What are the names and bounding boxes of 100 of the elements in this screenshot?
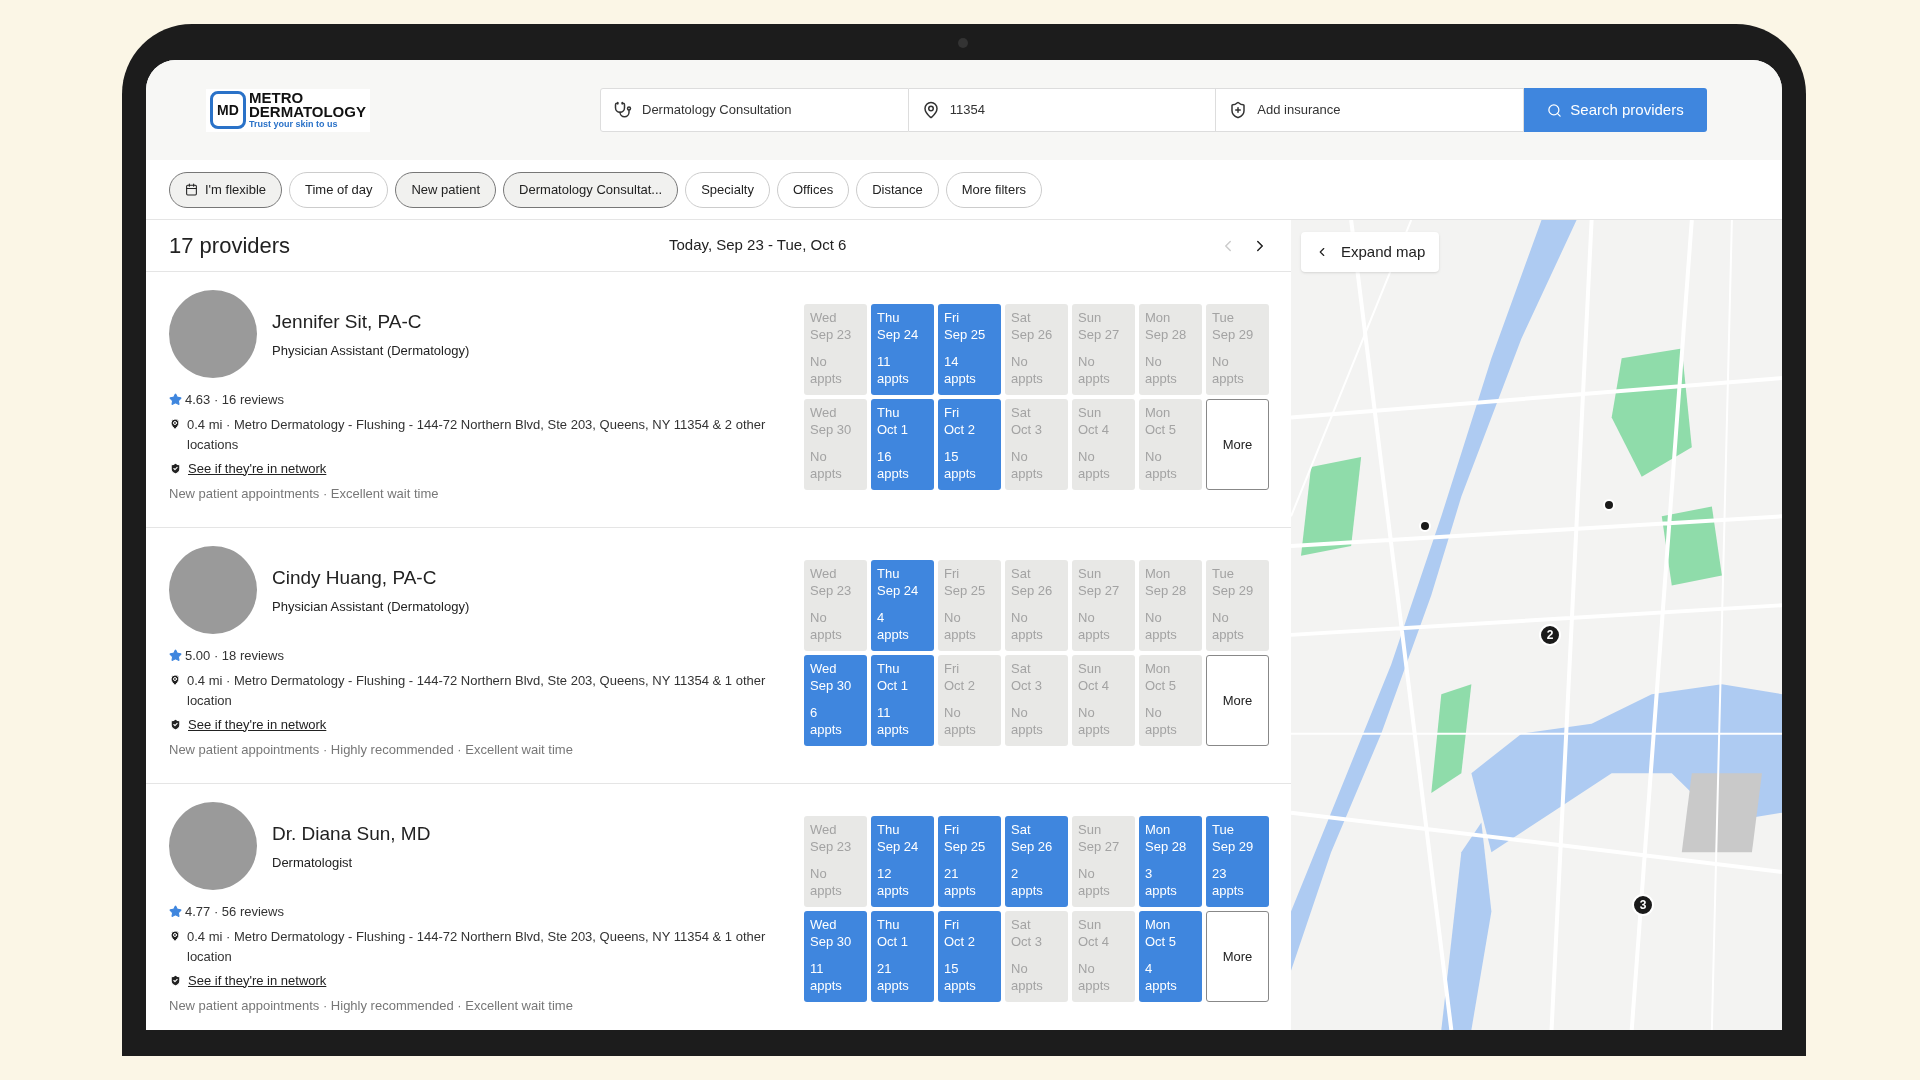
- slot-day: Sat: [1011, 821, 1062, 838]
- filter-chip[interactable]: Specialty: [685, 171, 770, 208]
- slot-count: No: [1011, 448, 1029, 465]
- appointment-slot[interactable]: Mon Sep 28 3 appts: [1139, 816, 1202, 907]
- shield-icon: [169, 717, 182, 731]
- search-button[interactable]: Search providers: [1524, 88, 1707, 132]
- star-icon: [169, 393, 182, 407]
- filter-chip[interactable]: Dermatology Consultat...: [503, 171, 679, 208]
- zip-field[interactable]: 11354: [908, 88, 1216, 132]
- appointment-slot[interactable]: Thu Oct 1 11 appts: [871, 655, 934, 746]
- filter-chip[interactable]: New patient: [395, 171, 497, 208]
- appointment-slot[interactable]: Tue Sep 29 No appts: [1206, 560, 1269, 651]
- appointment-slot[interactable]: Sat Sep 26 2 appts: [1005, 816, 1068, 907]
- network-link[interactable]: See if they're in network: [188, 714, 327, 734]
- slot-count: 12: [877, 865, 893, 882]
- slot-date: Sep 29: [1212, 326, 1255, 343]
- appointment-slot[interactable]: Sat Oct 3 No appts: [1005, 399, 1068, 490]
- slot-unit: appts: [944, 465, 977, 482]
- appointment-slot[interactable]: Sat Oct 3 No appts: [1005, 911, 1068, 1002]
- slot-unit: appts: [1078, 721, 1111, 738]
- appointment-slot[interactable]: Sun Oct 4 No appts: [1072, 655, 1135, 746]
- appointment-slot[interactable]: Sat Sep 26 No appts: [1005, 560, 1068, 651]
- appointment-slot[interactable]: Fri Sep 25 No appts: [938, 560, 1001, 651]
- slot-day: Thu: [877, 916, 928, 933]
- appointment-slot[interactable]: Sun Sep 27 No appts: [1072, 816, 1135, 907]
- logo-text: METRO: [249, 90, 305, 105]
- slot-unit: appts: [1145, 370, 1178, 387]
- network-link[interactable]: See if they're in network: [188, 970, 327, 990]
- slot-unit: appts: [1011, 721, 1044, 738]
- appointment-slot[interactable]: Mon Sep 28 No appts: [1139, 560, 1202, 651]
- expand-map-button[interactable]: Expand map: [1301, 232, 1440, 272]
- appointment-slot[interactable]: Mon Oct 5 No appts: [1139, 399, 1202, 490]
- insurance-field[interactable]: Add insurance: [1215, 88, 1524, 132]
- slot-date: Sep 24: [877, 582, 920, 599]
- slot-day: Wed: [810, 916, 861, 933]
- appointment-slot[interactable]: Mon Oct 5 4 appts: [1139, 911, 1202, 1002]
- appointment-slot[interactable]: Wed Sep 30 No appts: [804, 399, 867, 490]
- slot-day: Wed: [810, 821, 861, 838]
- appointment-slot[interactable]: Sun Oct 4 No appts: [1072, 911, 1135, 1002]
- appointment-slot[interactable]: Wed Sep 23 No appts: [804, 816, 867, 907]
- provider-name[interactable]: Dr. Diana Sun, MD: [272, 820, 431, 849]
- date-range: Today, Sep 23 - Tue, Oct 6: [669, 235, 847, 256]
- slot-count: No: [810, 448, 828, 465]
- appointment-slot[interactable]: Sun Sep 27 No appts: [1072, 560, 1135, 651]
- slot-day: Mon: [1145, 916, 1196, 933]
- slot-count: 11: [877, 353, 892, 370]
- appointment-slot[interactable]: Tue Sep 29 No appts: [1206, 304, 1269, 395]
- slot-date: Sep 28: [1145, 326, 1188, 343]
- appointment-slot[interactable]: Fri Oct 2 15 appts: [938, 399, 1001, 490]
- slot-date: Oct 2: [944, 677, 977, 694]
- more-button[interactable]: More: [1206, 911, 1269, 1002]
- more-button[interactable]: More: [1206, 655, 1269, 746]
- slot-unit: appts: [1078, 626, 1111, 643]
- network-link[interactable]: See if they're in network: [188, 458, 327, 478]
- appointment-slot[interactable]: Wed Sep 23 No appts: [804, 560, 867, 651]
- appointment-slot[interactable]: Fri Oct 2 15 appts: [938, 911, 1001, 1002]
- appointment-slot[interactable]: Thu Sep 24 4 appts: [871, 560, 934, 651]
- filter-chip[interactable]: More filters: [945, 171, 1043, 208]
- filter-chip[interactable]: Offices: [776, 171, 850, 208]
- insurance-input[interactable]: Add insurance: [1257, 100, 1510, 120]
- more-button[interactable]: More: [1206, 399, 1269, 490]
- slot-unit: appts: [1011, 882, 1044, 899]
- slot-day: Thu: [877, 565, 928, 582]
- appointment-slot[interactable]: Sat Oct 3 No appts: [1005, 655, 1068, 746]
- appointment-slot[interactable]: Fri Sep 25 14 appts: [938, 304, 1001, 395]
- slot-day: Sat: [1011, 660, 1062, 677]
- appointment-slot[interactable]: Thu Oct 1 16 appts: [871, 399, 934, 490]
- slot-date: Sep 26: [1011, 582, 1054, 599]
- slot-date: Sep 28: [1145, 838, 1188, 855]
- provider-name[interactable]: Cindy Huang, PA-C: [272, 564, 470, 593]
- provider-specialty: Physician Assistant (Dermatology): [272, 597, 470, 616]
- slot-date: Oct 3: [1011, 933, 1044, 950]
- appointment-slot[interactable]: Fri Oct 2 No appts: [938, 655, 1001, 746]
- appointment-slot[interactable]: Tue Sep 29 23 appts: [1206, 816, 1269, 907]
- slot-count: No: [1145, 609, 1163, 626]
- appointment-slot[interactable]: Thu Oct 1 21 appts: [871, 911, 934, 1002]
- slot-count: No: [1145, 448, 1163, 465]
- slot-unit: appts: [944, 370, 977, 387]
- filter-chip[interactable]: Distance: [856, 171, 939, 208]
- appointment-slot[interactable]: Sat Sep 26 No appts: [1005, 304, 1068, 395]
- filter-chip[interactable]: I'm flexible: [169, 171, 282, 208]
- appointment-slot[interactable]: Sun Oct 4 No appts: [1072, 399, 1135, 490]
- appointment-slot[interactable]: Wed Sep 30 11 appts: [804, 911, 867, 1002]
- slot-unit: appts: [1011, 626, 1044, 643]
- appointment-slot[interactable]: Fri Sep 25 21 appts: [938, 816, 1001, 907]
- appointment-slot[interactable]: Mon Sep 28 No appts: [1139, 304, 1202, 395]
- appointment-slot[interactable]: Wed Sep 23 No appts: [804, 304, 867, 395]
- reason-field[interactable]: Dermatology Consultation: [600, 88, 909, 132]
- slot-count: No: [1145, 353, 1163, 370]
- filter-chip[interactable]: Time of day: [289, 171, 389, 208]
- appointment-slot[interactable]: Sun Sep 27 No appts: [1072, 304, 1135, 395]
- appointment-slot[interactable]: Mon Oct 5 No appts: [1139, 655, 1202, 746]
- appointment-slot[interactable]: Thu Sep 24 12 appts: [871, 816, 934, 907]
- provider-name[interactable]: Jennifer Sit, PA-C: [272, 308, 470, 337]
- slot-day: Wed: [810, 309, 861, 326]
- slot-unit: appts: [877, 370, 910, 387]
- slot-day: Mon: [1145, 821, 1196, 838]
- slot-day: Tue: [1212, 565, 1263, 582]
- appointment-slot[interactable]: Wed Sep 30 6 appts: [804, 655, 867, 746]
- appointment-slot[interactable]: Thu Sep 24 11 appts: [871, 304, 934, 395]
